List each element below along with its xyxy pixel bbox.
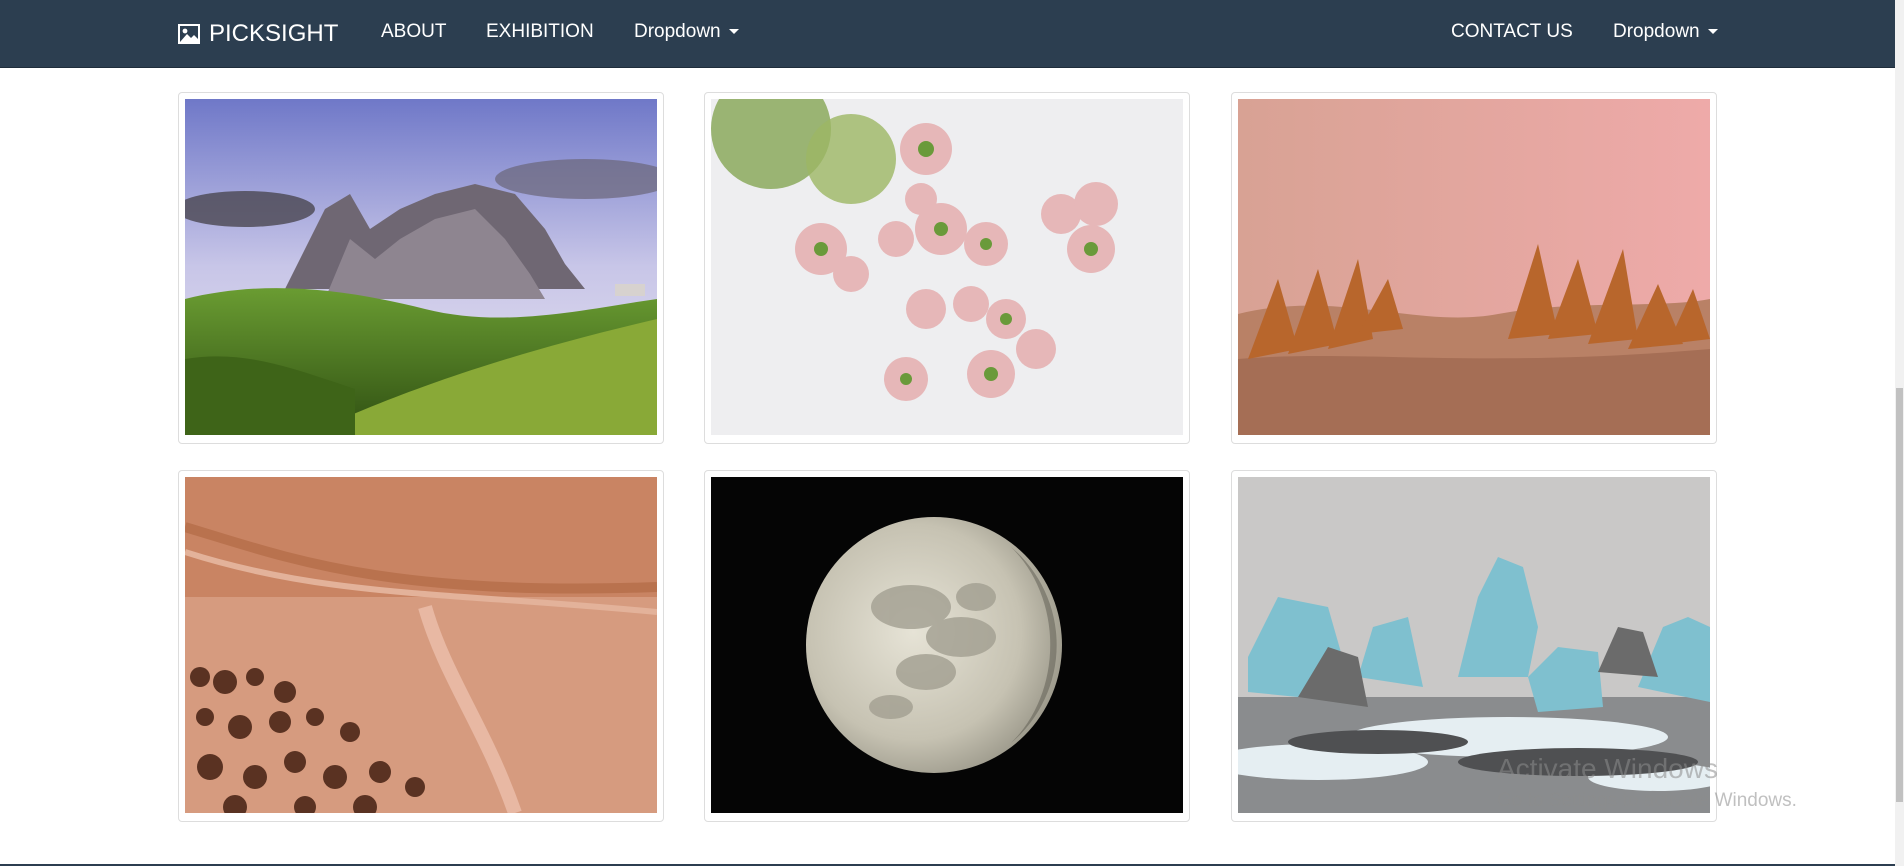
brand-name: PICKSIGHT <box>209 20 339 47</box>
nav-contact-us[interactable]: CONTACT US <box>1451 20 1573 44</box>
navbar: PICKSIGHT ABOUT EXHIBITION Dropdown CONT… <box>0 0 1895 68</box>
caret-down-icon <box>1707 29 1718 35</box>
caret-down-icon <box>728 29 739 35</box>
aerial-desert-image <box>185 477 657 813</box>
nav-dropdown-right[interactable]: Dropdown <box>1613 20 1718 44</box>
gallery-thumbnail-flowers[interactable] <box>704 92 1190 444</box>
brand-link[interactable]: PICKSIGHT <box>177 20 338 48</box>
dropdown-label: Dropdown <box>1613 21 1700 42</box>
nav-exhibition[interactable]: EXHIBITION <box>486 20 594 44</box>
image-icon <box>177 23 201 45</box>
nav-about[interactable]: ABOUT <box>381 20 446 44</box>
nav-dropdown-left[interactable]: Dropdown <box>634 20 739 44</box>
watermark-subtitle: Go to Settings to activate Windows. <box>1497 790 1797 811</box>
gallery-thumbnail-mountain[interactable] <box>178 92 664 444</box>
vertical-scrollbar[interactable] <box>1895 0 1904 866</box>
watermark-title: Activate Windows <box>1497 753 1718 784</box>
pink-flowers-image <box>711 99 1183 435</box>
gallery-thumbnail-moon[interactable] <box>704 470 1190 822</box>
mountain-landscape-image <box>185 99 657 435</box>
gallery-thumbnail-dunes[interactable] <box>1231 92 1717 444</box>
sand-dune-grass-image <box>1238 99 1710 435</box>
scrollbar-thumb[interactable] <box>1896 388 1903 802</box>
moon-image <box>711 477 1183 813</box>
activate-windows-watermark: Activate Windows Go to Settings to activ… <box>1497 752 1797 816</box>
gallery-thumbnail-desert[interactable] <box>178 470 664 822</box>
dropdown-label: Dropdown <box>634 21 721 42</box>
